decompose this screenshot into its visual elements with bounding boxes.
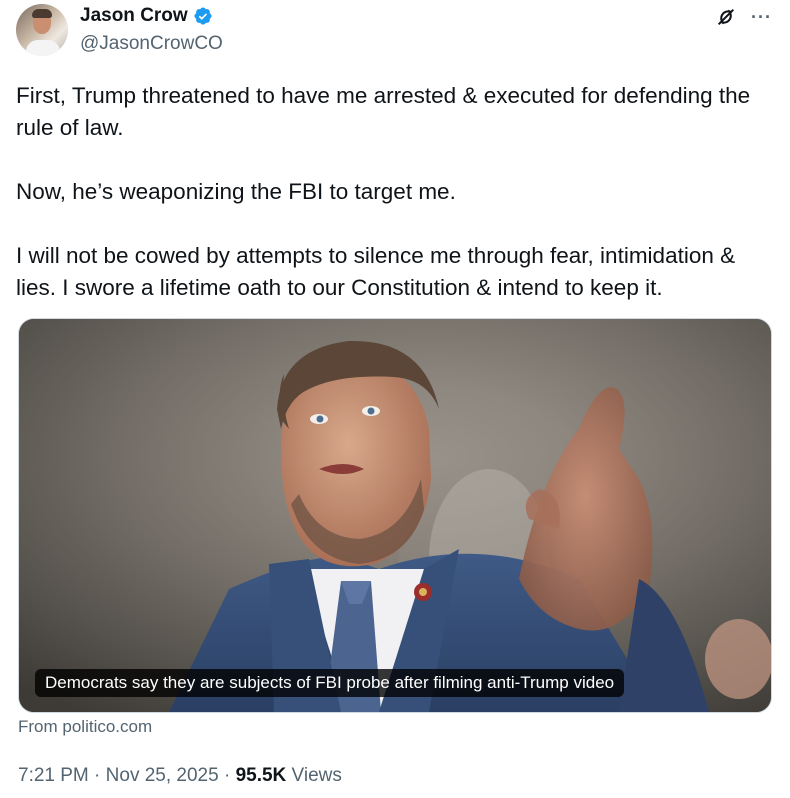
tweet-actions-top: ··· bbox=[715, 6, 772, 28]
link-card-caption: Democrats say they are subjects of FBI p… bbox=[35, 669, 625, 697]
tweet-paragraph: Now, he’s weaponizing the FBI to target … bbox=[16, 179, 456, 204]
author-name-row: Jason Crow bbox=[80, 5, 213, 27]
tweet-paragraph: I will not be cowed by attempts to silen… bbox=[16, 243, 736, 300]
verified-badge-icon bbox=[194, 7, 212, 25]
avatar-hair bbox=[32, 9, 52, 18]
news-photo bbox=[19, 319, 771, 712]
author-display-name[interactable]: Jason Crow bbox=[80, 5, 188, 27]
tweet-paragraph: First, Trump threatened to have me arres… bbox=[16, 83, 751, 140]
grok-icon[interactable] bbox=[715, 6, 737, 28]
author-handle[interactable]: @JasonCrowCO bbox=[80, 33, 223, 55]
tweet-meta: 7:21 PM · Nov 25, 2025 · 95.5K Views bbox=[18, 765, 342, 787]
views-label: Views bbox=[286, 765, 342, 786]
tweet-text: First, Trump threatened to have me arres… bbox=[16, 80, 776, 304]
views-count: 95.5K bbox=[235, 765, 287, 786]
meta-separator: · bbox=[88, 765, 106, 786]
tweet-date[interactable]: Nov 25, 2025 bbox=[106, 765, 219, 786]
more-icon[interactable]: ··· bbox=[751, 7, 772, 28]
avatar[interactable] bbox=[16, 4, 68, 56]
tweet-time[interactable]: 7:21 PM bbox=[18, 765, 89, 786]
link-card-source[interactable]: From politico.com bbox=[18, 717, 152, 737]
avatar-shirt bbox=[26, 40, 60, 56]
meta-separator: · bbox=[218, 765, 236, 786]
link-card-image[interactable]: Democrats say they are subjects of FBI p… bbox=[18, 318, 772, 713]
